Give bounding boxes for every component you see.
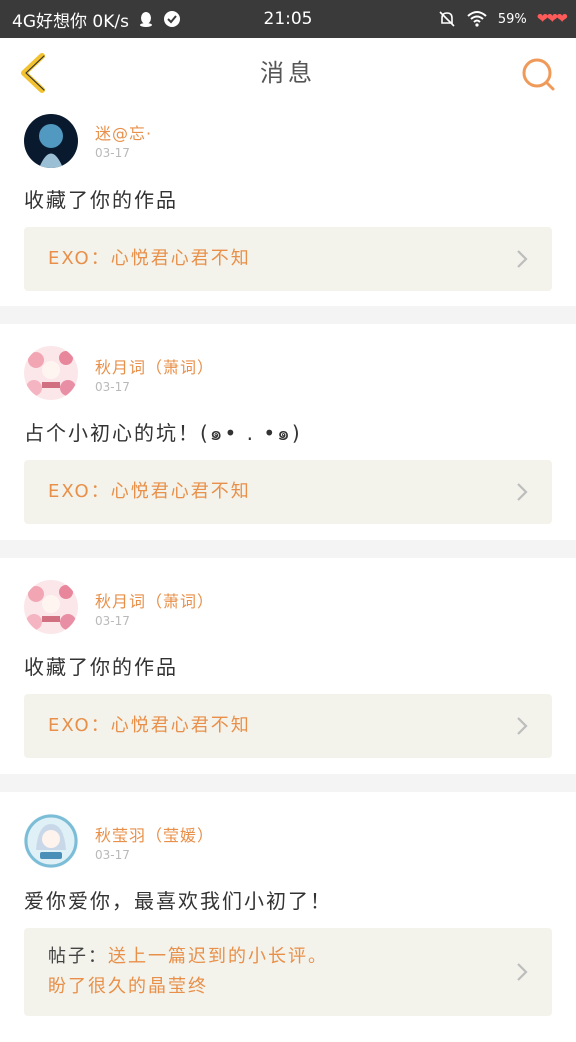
avatar-image (24, 814, 78, 868)
mute-bell-icon (439, 11, 455, 27)
avatar-image (24, 346, 78, 400)
notification-message: 收藏了你的作品 (24, 188, 178, 212)
wifi-icon (467, 11, 487, 27)
battery-hearts-icon: ❤❤❤ (536, 11, 568, 27)
post-line-1: 帖子：送上一篇迟到的小长评。 (48, 942, 552, 972)
chevron-right-icon (517, 717, 528, 735)
divider (0, 774, 576, 792)
status-bar: 4G好想你 0K/s 21:05 59% ❤❤❤ (0, 0, 576, 38)
battery-text: 59% (497, 11, 527, 27)
post-prefix: 帖子： (48, 946, 108, 967)
work-title: EXO：心悦君心君不知 (48, 248, 251, 269)
work-link[interactable]: EXO：心悦君心君不知 (24, 460, 552, 524)
user-name[interactable]: 秋莹羽（莹媛） (95, 822, 214, 846)
chevron-right-icon (517, 483, 528, 501)
notification-date: 03-17 (95, 848, 130, 862)
work-title: EXO：心悦君心君不知 (48, 715, 251, 736)
avatar-image (24, 114, 78, 168)
avatar[interactable] (24, 346, 78, 400)
avatar[interactable] (24, 814, 78, 868)
avatar[interactable] (24, 580, 78, 634)
avatar[interactable] (24, 114, 78, 168)
notification-message: 占个小初心的坑！(๑• . •๑) (24, 421, 302, 445)
nav-header: 消息 (0, 38, 576, 109)
notification-message: 爱你爱你，最喜欢我们小初了！ (24, 889, 332, 913)
notification-card: 秋月词（萧词） 03-17 收藏了你的作品 EXO：心悦君心君不知 (0, 558, 576, 774)
notification-card: 秋莹羽（莹媛） 03-17 爱你爱你，最喜欢我们小初了！ 帖子：送上一篇迟到的小… (0, 792, 576, 1042)
work-link[interactable]: EXO：心悦君心君不知 (24, 227, 552, 291)
post-link[interactable]: 帖子：送上一篇迟到的小长评。 盼了很久的晶莹终 (24, 928, 552, 1016)
page-title: 消息 (260, 59, 316, 87)
notification-card: 迷@忘· 03-17 收藏了你的作品 EXO：心悦君心君不知 (0, 108, 576, 306)
avatar-image (24, 580, 78, 634)
user-name[interactable]: 秋月词（萧词） (95, 588, 214, 612)
notification-date: 03-17 (95, 380, 130, 394)
chevron-right-icon (517, 250, 528, 268)
post-excerpt: 送上一篇迟到的小长评。 (108, 946, 328, 967)
status-right: 59% ❤❤❤ (438, 0, 568, 38)
notification-date: 03-17 (95, 146, 130, 160)
notification-feed: 迷@忘· 03-17 收藏了你的作品 EXO：心悦君心君不知 秋月词（萧词） 0… (0, 108, 576, 1042)
notification-message: 收藏了你的作品 (24, 655, 178, 679)
divider (0, 306, 576, 324)
notification-card: 秋月词（萧词） 03-17 占个小初心的坑！(๑• . •๑) EXO：心悦君心… (0, 324, 576, 540)
user-name[interactable]: 迷@忘· (95, 120, 152, 144)
divider (0, 540, 576, 558)
notification-date: 03-17 (95, 614, 130, 628)
work-link[interactable]: EXO：心悦君心君不知 (24, 694, 552, 758)
user-name[interactable]: 秋月词（萧词） (95, 354, 214, 378)
search-icon[interactable] (520, 56, 556, 92)
post-line-2: 盼了很久的晶莹终 (48, 976, 208, 997)
chevron-right-icon (517, 963, 528, 981)
work-title: EXO：心悦君心君不知 (48, 481, 251, 502)
